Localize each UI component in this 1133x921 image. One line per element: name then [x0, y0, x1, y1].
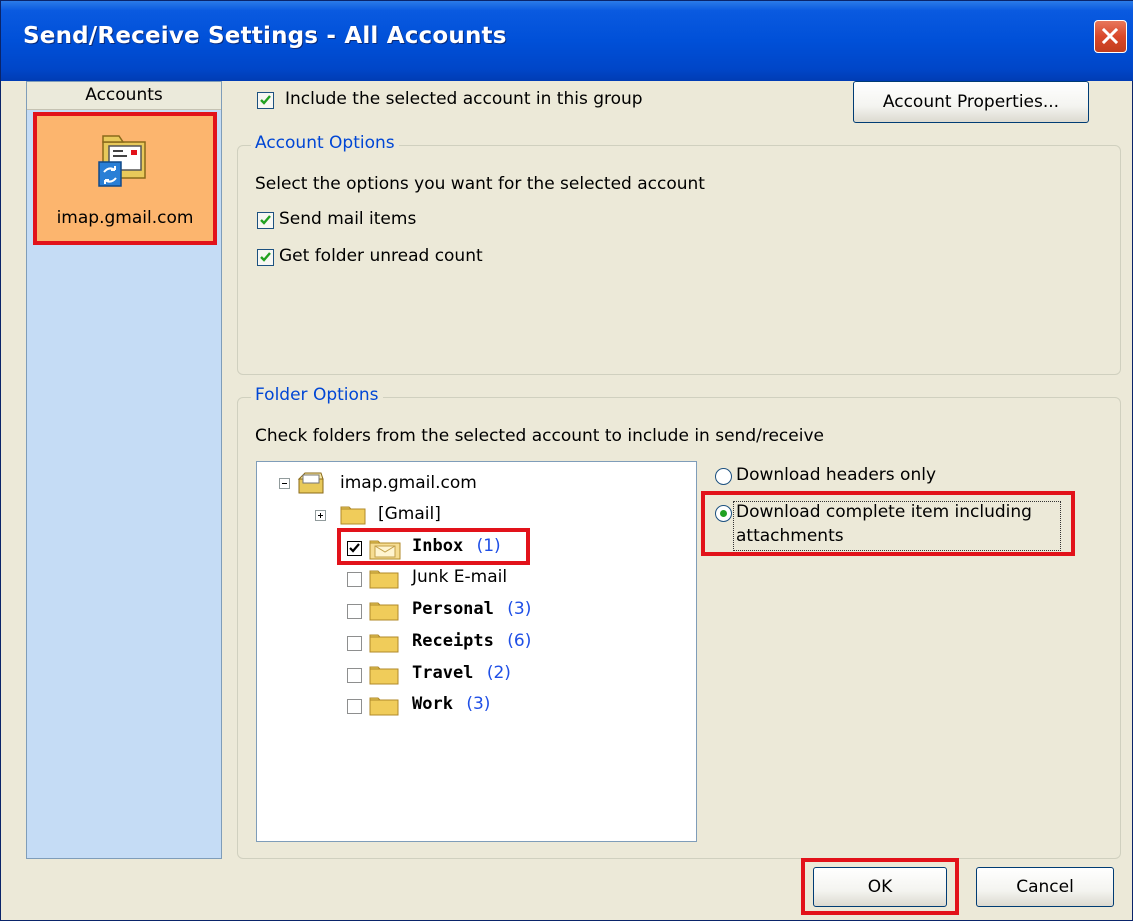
tree-receipts-label[interactable]: Receipts (6) — [412, 631, 531, 651]
work-name: Work — [412, 694, 453, 714]
tree-travel-label[interactable]: Travel (2) — [412, 663, 511, 683]
folder-icon — [369, 634, 399, 653]
ok-highlight — [801, 858, 959, 915]
personal-name: Personal — [412, 599, 494, 619]
receipts-checkbox[interactable] — [347, 636, 362, 651]
account-properties-button[interactable]: Account Properties... — [853, 81, 1089, 123]
close-button[interactable] — [1094, 20, 1127, 53]
work-checkbox[interactable] — [347, 699, 362, 714]
receipts-name: Receipts — [412, 631, 494, 651]
folder-icon — [340, 506, 366, 525]
checkmark-icon — [260, 215, 271, 225]
tree-junk-label[interactable]: Junk E-mail — [412, 567, 507, 587]
title-bar[interactable]: Send/Receive Settings - All Accounts — [1, 1, 1133, 81]
unread-count-label[interactable]: Get folder unread count — [279, 246, 483, 266]
checkmark-icon — [260, 252, 271, 262]
accounts-header-label: Accounts — [85, 85, 163, 105]
folder-icon — [369, 570, 399, 589]
unread-count-checkbox[interactable] — [257, 249, 274, 266]
close-icon — [1101, 27, 1119, 45]
download-headers-label[interactable]: Download headers only — [736, 465, 936, 485]
folder-icon — [369, 666, 399, 685]
folder-tree[interactable]: imap.gmail.com [Gmail] Inbox (1) Junk E-… — [256, 461, 697, 842]
travel-checkbox[interactable] — [347, 668, 362, 683]
travel-count: (2) — [486, 663, 511, 683]
include-account-checkbox[interactable] — [257, 92, 274, 109]
cancel-button[interactable]: Cancel — [976, 867, 1114, 907]
personal-count: (3) — [507, 599, 532, 619]
account-item-label: imap.gmail.com — [56, 208, 194, 228]
tree-work-label[interactable]: Work (3) — [412, 694, 490, 714]
dialog-title: Send/Receive Settings - All Accounts — [23, 23, 507, 49]
folder-icon — [369, 697, 399, 716]
tree-root-label[interactable]: imap.gmail.com — [340, 473, 477, 493]
send-mail-label[interactable]: Send mail items — [279, 209, 416, 229]
inbox-highlight — [337, 528, 530, 565]
account-options-description: Select the options you want for the sele… — [255, 174, 705, 194]
accounts-panel: Accounts imap.gmail.com — [26, 81, 222, 859]
folder-options-title: Folder Options — [251, 385, 383, 405]
expand-gmail-icon[interactable] — [315, 510, 326, 521]
collapse-root-icon[interactable] — [279, 478, 290, 489]
work-count: (3) — [466, 694, 491, 714]
tree-gmail-label[interactable]: [Gmail] — [378, 504, 441, 524]
mail-account-icon — [98, 135, 146, 187]
download-complete-highlight — [701, 491, 1075, 556]
accounts-header: Accounts — [27, 82, 221, 110]
account-item-imap-gmail[interactable]: imap.gmail.com — [33, 112, 217, 245]
send-mail-checkbox[interactable] — [257, 212, 274, 229]
checkmark-icon — [260, 95, 271, 105]
include-account-label[interactable]: Include the selected account in this gro… — [285, 89, 643, 109]
receipts-count: (6) — [507, 631, 532, 651]
junk-email-checkbox[interactable] — [347, 572, 362, 587]
folder-icon — [369, 602, 399, 621]
travel-name: Travel — [412, 663, 474, 683]
tree-personal-label[interactable]: Personal (3) — [412, 599, 531, 619]
account-options-title: Account Options — [251, 133, 399, 153]
mailbox-icon — [297, 472, 324, 494]
personal-checkbox[interactable] — [347, 604, 362, 619]
send-receive-settings-dialog: Send/Receive Settings - All Accounts Acc… — [0, 0, 1133, 921]
download-headers-radio[interactable] — [715, 468, 732, 485]
folder-options-description: Check folders from the selected account … — [255, 426, 824, 446]
